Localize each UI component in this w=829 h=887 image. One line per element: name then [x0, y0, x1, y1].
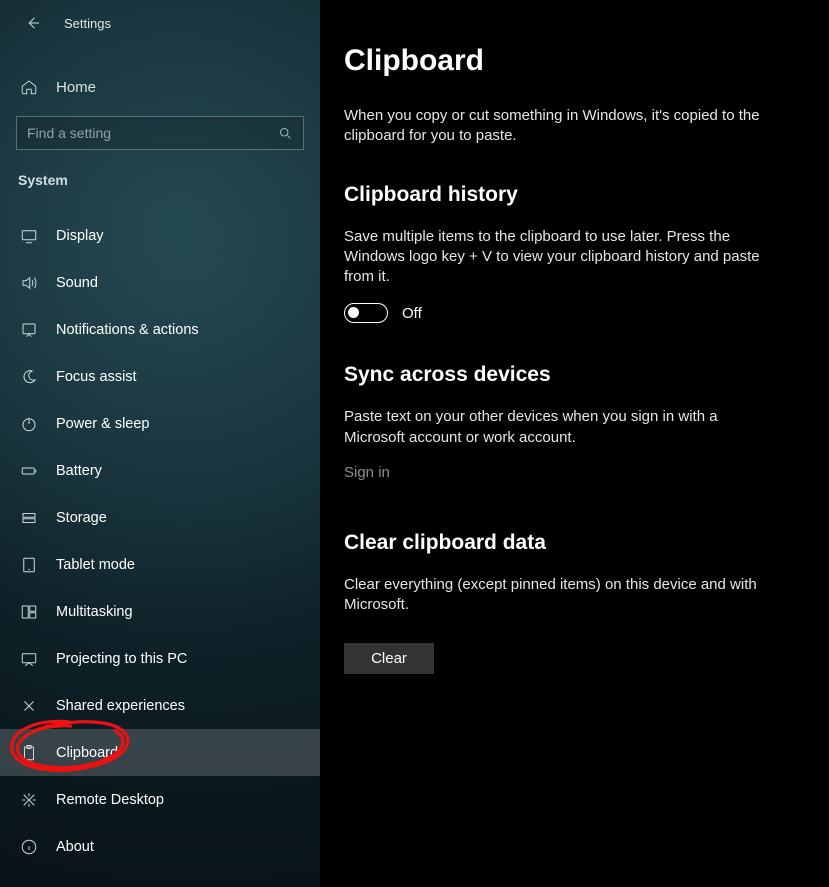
sidebar-item-label: Tablet mode — [56, 557, 135, 573]
sidebar-item-label: Notifications & actions — [56, 322, 199, 338]
page-title: Clipboard — [344, 44, 789, 78]
sidebar-item-about[interactable]: About — [0, 823, 320, 870]
sidebar-item-label: Remote Desktop — [56, 792, 164, 808]
power-icon — [20, 415, 38, 433]
sidebar: Settings Home System Display Sound Notif… — [0, 0, 320, 887]
sidebar-item-label: Projecting to this PC — [56, 651, 187, 667]
search-field[interactable] — [27, 125, 277, 141]
search-input[interactable] — [16, 116, 304, 150]
projecting-icon — [20, 650, 38, 668]
sidebar-item-clipboard[interactable]: Clipboard — [0, 729, 320, 776]
sidebar-item-label: Sound — [56, 275, 98, 291]
section-clipboard-history: Clipboard history Save multiple items to… — [344, 183, 789, 324]
sidebar-item-focus-assist[interactable]: Focus assist — [0, 353, 320, 400]
tablet-icon — [20, 556, 38, 574]
sidebar-item-label: Shared experiences — [56, 698, 185, 714]
history-desc: Save multiple items to the clipboard to … — [344, 227, 774, 288]
history-heading: Clipboard history — [344, 183, 789, 207]
back-icon[interactable] — [24, 14, 42, 32]
history-toggle[interactable] — [344, 303, 388, 323]
search-icon — [277, 125, 293, 141]
sound-icon — [20, 274, 38, 292]
sidebar-item-multitasking[interactable]: Multitasking — [0, 588, 320, 635]
sync-desc: Paste text on your other devices when yo… — [344, 407, 774, 448]
sidebar-item-label: Focus assist — [56, 369, 137, 385]
sidebar-item-tablet-mode[interactable]: Tablet mode — [0, 541, 320, 588]
sidebar-item-sound[interactable]: Sound — [0, 259, 320, 306]
focus-assist-icon — [20, 368, 38, 386]
sidebar-item-projecting[interactable]: Projecting to this PC — [0, 635, 320, 682]
sidebar-item-label: Clipboard — [56, 745, 118, 761]
sidebar-item-label: About — [56, 839, 94, 855]
multitasking-icon — [20, 603, 38, 621]
main-content: Clipboard When you copy or cut something… — [320, 0, 829, 887]
titlebar: Settings — [0, 0, 320, 42]
display-icon — [20, 227, 38, 245]
sidebar-item-storage[interactable]: Storage — [0, 494, 320, 541]
app-title: Settings — [64, 16, 111, 31]
storage-icon — [20, 509, 38, 527]
remote-desktop-icon — [20, 791, 38, 809]
clear-button[interactable]: Clear — [344, 643, 434, 674]
sidebar-item-label: Battery — [56, 463, 102, 479]
section-clear: Clear clipboard data Clear everything (e… — [344, 531, 789, 675]
sidebar-item-notifications[interactable]: Notifications & actions — [0, 306, 320, 353]
sidebar-item-power-sleep[interactable]: Power & sleep — [0, 400, 320, 447]
sidebar-item-label: Multitasking — [56, 604, 133, 620]
sidebar-item-label: Power & sleep — [56, 416, 150, 432]
battery-icon — [20, 462, 38, 480]
sync-heading: Sync across devices — [344, 363, 789, 387]
clear-heading: Clear clipboard data — [344, 531, 789, 555]
home-label: Home — [56, 79, 96, 96]
sidebar-item-battery[interactable]: Battery — [0, 447, 320, 494]
home-icon — [20, 78, 38, 96]
signin-link[interactable]: Sign in — [344, 464, 390, 481]
group-header: System — [0, 150, 320, 196]
clipboard-icon — [20, 744, 38, 762]
home-nav[interactable]: Home — [0, 64, 320, 110]
nav-list: Display Sound Notifications & actions Fo… — [0, 212, 320, 870]
history-toggle-row: Off — [344, 303, 789, 323]
sidebar-item-shared-experiences[interactable]: Shared experiences — [0, 682, 320, 729]
clear-desc: Clear everything (except pinned items) o… — [344, 575, 774, 616]
sidebar-item-remote-desktop[interactable]: Remote Desktop — [0, 776, 320, 823]
shared-icon — [20, 697, 38, 715]
sidebar-item-display[interactable]: Display — [0, 212, 320, 259]
about-icon — [20, 838, 38, 856]
history-toggle-state: Off — [402, 305, 422, 322]
sidebar-item-label: Storage — [56, 510, 107, 526]
notifications-icon — [20, 321, 38, 339]
page-intro: When you copy or cut something in Window… — [344, 106, 774, 147]
sidebar-item-label: Display — [56, 228, 104, 244]
search-container — [0, 116, 320, 150]
section-sync: Sync across devices Paste text on your o… — [344, 363, 789, 523]
